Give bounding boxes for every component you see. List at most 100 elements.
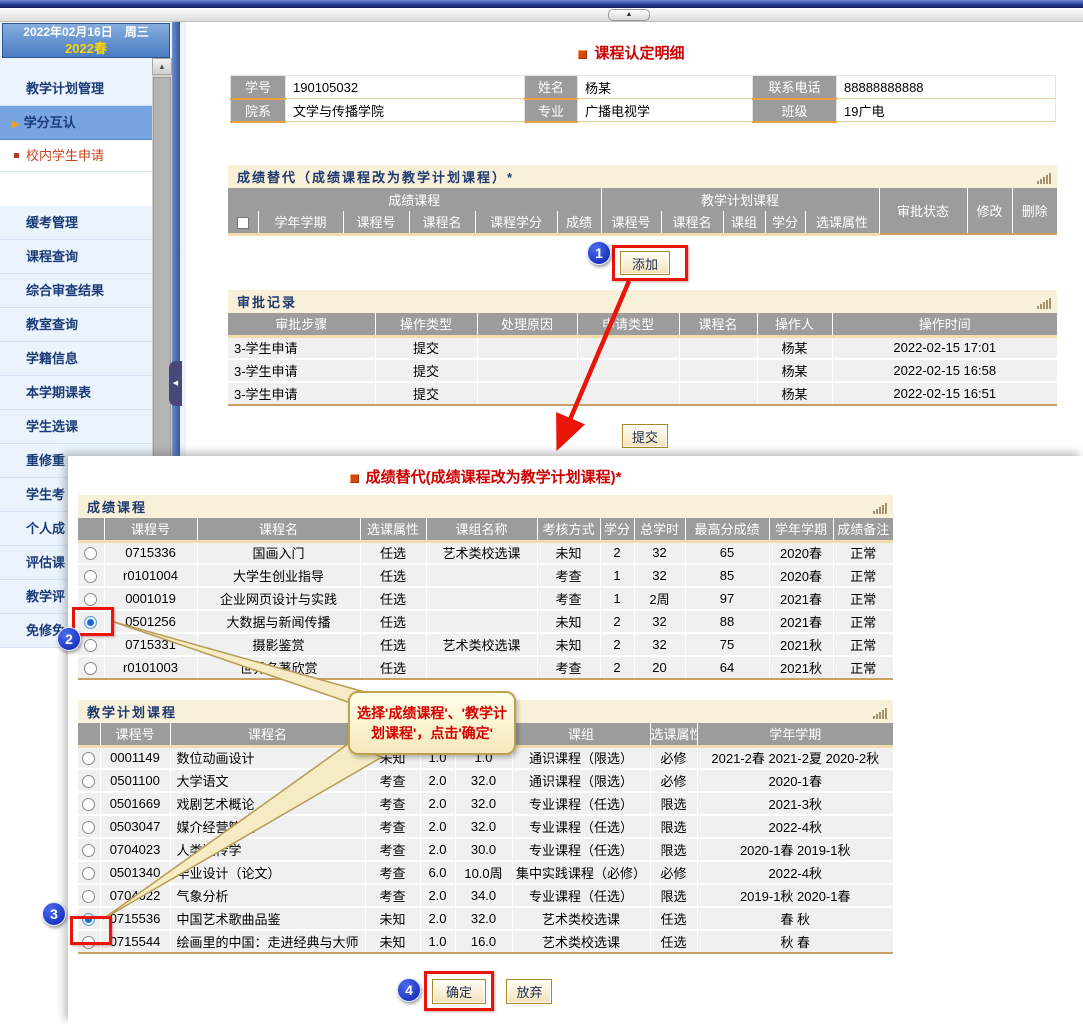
sidebar-item-term-timetable[interactable]: 本学期课表	[0, 376, 152, 410]
bullet-icon	[14, 153, 19, 158]
score-courses-title: 成绩课程	[78, 495, 893, 518]
field-label: 联系电话	[753, 76, 837, 99]
highlight-box-plan-radio	[70, 916, 112, 945]
table-row: r0101004大学生创业指导任选考查132852020春正常	[78, 564, 893, 587]
table-row: 0715544绘画里的中国：走进经典与大师未知1.016.0艺术类校选课任选秋 …	[78, 930, 893, 953]
panel-collapse-button[interactable]: ▲	[608, 9, 650, 21]
resize-grip-icon	[1037, 173, 1051, 184]
radio-button[interactable]	[82, 752, 95, 765]
approval-section: 审批记录 审批步骤 操作类型 处理原因 申请类型 课程名 操作人 操作时间 3-…	[228, 290, 1057, 406]
sidebar-item-classroom-query[interactable]: 教室查询	[0, 308, 152, 342]
student-info-table: 学号 190105032 姓名 杨某 联系电话 88888888888 院系 文…	[230, 75, 1055, 123]
sidebar-item-review-result[interactable]: 综合审查结果	[0, 274, 152, 308]
radio-button[interactable]	[82, 844, 95, 857]
radio-button[interactable]	[82, 775, 95, 788]
substitute-section-title: 成绩替代（成绩课程改为教学计划课程）*	[228, 165, 1057, 188]
sidebar-item-course-select[interactable]: 学生选课	[0, 410, 152, 444]
menu-gap	[0, 172, 152, 206]
field-label: 姓名	[525, 76, 578, 99]
sidebar-item-student-apply[interactable]: 校内学生申请	[0, 140, 152, 172]
student-id-value: 190105032	[286, 76, 525, 99]
square-bullet-icon	[578, 50, 587, 59]
table-row: 0503047媒介经营管理考查2.032.0专业课程（任选）限选2022-4秋	[78, 815, 893, 838]
phone-value: 88888888888	[837, 76, 1056, 99]
select-all-cell	[228, 211, 258, 234]
table-row: 0001019企业网页设计与实践任选考查12周972021春正常	[78, 587, 893, 610]
term-text: 2022春	[3, 41, 169, 56]
approval-table: 审批步骤 操作类型 处理原因 申请类型 课程名 操作人 操作时间 3-学生申请提…	[228, 313, 1057, 406]
sidebar-item-credit-mutual[interactable]: ▶学分互认	[0, 106, 152, 140]
step-badge-2: 2	[57, 627, 81, 651]
arrow-right-icon: ▶	[12, 119, 20, 130]
sidebar-date-header: 2022年02月16日 周三 2022春	[2, 23, 170, 58]
table-row: r0101003世界名著欣赏任选考查220642021秋正常	[78, 656, 893, 679]
collapse-up-icon: ▲	[626, 11, 633, 18]
substitute-table: 成绩课程 教学计划课程 审批状态 修改 删除 学年学期 课程号 课程名 课程学分…	[228, 188, 1057, 236]
col-approval-status: 审批状态	[879, 188, 967, 234]
plan-courses-table: 课程号 课程名 考核方式 学分 学时 课组 选课属性 学年学期 0001149数…	[78, 723, 893, 954]
scroll-up-icon: ▲	[158, 62, 166, 71]
sidebar-collapse-tab[interactable]: ◀	[169, 361, 182, 406]
col-delete: 删除	[1012, 188, 1057, 234]
table-row: 0501256大数据与新闻传播任选未知232882021春正常	[78, 610, 893, 633]
field-label: 专业	[525, 99, 578, 122]
dialog-title: 成绩替代(成绩课程改为教学计划课程)*	[78, 466, 893, 487]
resize-grip-icon	[873, 503, 887, 514]
table-row: 0715331摄影鉴赏任选艺术类校选课未知232752021秋正常	[78, 633, 893, 656]
department-value: 文学与传播学院	[286, 99, 525, 122]
radio-button[interactable]	[84, 639, 97, 652]
menu-spacer	[0, 58, 152, 72]
radio-button[interactable]	[82, 798, 95, 811]
sidebar-item-deferred-exam[interactable]: 缓考管理	[0, 206, 152, 240]
sidebar-item-plan-mgmt[interactable]: 教学计划管理	[0, 72, 152, 106]
approval-section-title: 审批记录	[228, 290, 1057, 313]
top-blue-bar	[0, 0, 1083, 8]
table-row: 3-学生申请提交杨某2022-02-15 16:58	[228, 359, 1057, 382]
cancel-button[interactable]: 放弃	[506, 979, 552, 1004]
callout-bubble: 选择'成绩课程'、'教学计划课程'，点击'确定'	[348, 691, 516, 755]
radio-button[interactable]	[84, 593, 97, 606]
field-label: 班级	[753, 99, 837, 122]
submit-button[interactable]: 提交	[622, 424, 668, 448]
group-header-plan: 教学计划课程	[601, 188, 879, 211]
select-all-checkbox[interactable]	[237, 217, 249, 229]
student-row: 学号 190105032 姓名 杨某 联系电话 88888888888	[231, 76, 1056, 99]
table-row: 0715336国画入门任选艺术类校选课未知232652020春正常	[78, 541, 893, 564]
step-badge-4: 4	[397, 978, 421, 1002]
table-row: 0704023人类遗传学考查2.030.0专业课程（任选）限选2020-1春 2…	[78, 838, 893, 861]
class-value: 19广电	[837, 99, 1056, 122]
step-badge-3: 3	[42, 902, 66, 926]
student-row: 院系 文学与传播学院 专业 广播电视学 班级 19广电	[231, 99, 1056, 122]
group-header-score: 成绩课程	[228, 188, 601, 211]
table-row: 0501669戏剧艺术概论考查2.032.0专业课程（任选）限选2021-3秋	[78, 792, 893, 815]
col-modify: 修改	[967, 188, 1012, 234]
table-row: 3-学生申请提交杨某2022-02-15 17:01	[228, 336, 1057, 359]
highlight-box-add	[612, 245, 688, 281]
table-row: 0715536中国艺术歌曲品鉴未知2.032.0艺术类校选课任选春 秋	[78, 907, 893, 930]
radio-button[interactable]	[82, 890, 95, 903]
resize-grip-icon	[873, 708, 887, 719]
substitute-section: 成绩替代（成绩课程改为教学计划课程）* 成绩课程 教学计划课程 审批状态 修改 …	[228, 165, 1057, 236]
radio-button[interactable]	[82, 821, 95, 834]
radio-button[interactable]	[82, 867, 95, 880]
radio-button[interactable]	[84, 662, 97, 675]
scroll-up-button[interactable]: ▲	[152, 58, 172, 75]
field-label: 学号	[231, 76, 286, 99]
top-toolstrip	[0, 8, 1083, 22]
radio-button[interactable]	[84, 547, 97, 560]
sidebar-item-course-query[interactable]: 课程查询	[0, 240, 152, 274]
field-label: 院系	[231, 99, 286, 122]
sidebar-item-student-status[interactable]: 学籍信息	[0, 342, 152, 376]
student-name-value: 杨某	[578, 76, 753, 99]
square-bullet-icon	[350, 474, 359, 483]
table-row: 3-学生申请提交杨某2022-02-15 16:51	[228, 382, 1057, 405]
major-value: 广播电视学	[578, 99, 753, 122]
date-text: 2022年02月16日 周三	[3, 24, 169, 41]
table-row: 0501100大学语文考查2.032.0通识课程（限选）必修2020-1春	[78, 769, 893, 792]
score-courses-section: 成绩课程 课程号 课程名 选课属性 课组名称 考核方式 学分 总学时 最高分成绩…	[78, 495, 893, 680]
step-badge-1: 1	[587, 241, 611, 265]
page-title: 课程认定明细	[180, 42, 1083, 63]
table-row: 0704022气象分析考查2.034.0专业课程（任选）限选2019-1秋 20…	[78, 884, 893, 907]
score-courses-table: 课程号 课程名 选课属性 课组名称 考核方式 学分 总学时 最高分成绩 学年学期…	[78, 518, 893, 680]
radio-button[interactable]	[84, 570, 97, 583]
